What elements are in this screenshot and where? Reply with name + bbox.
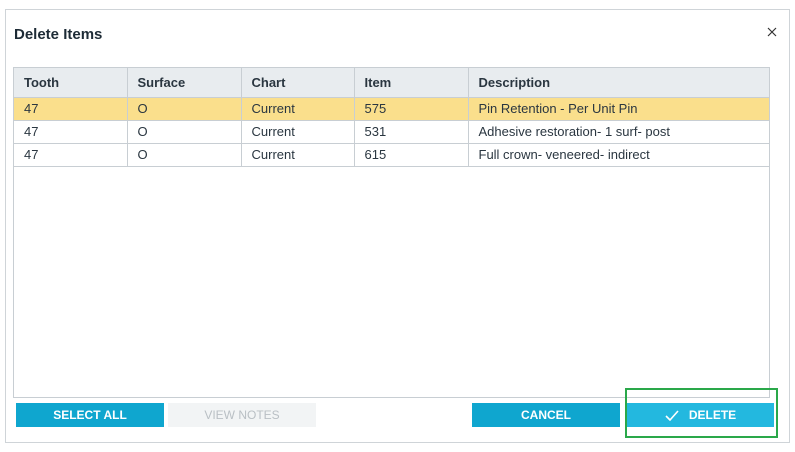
cell-item: 531 xyxy=(354,120,469,144)
close-icon[interactable] xyxy=(764,24,780,40)
delete-button-label: DELETE xyxy=(688,408,737,422)
cell-surface: O xyxy=(127,97,242,121)
view-notes-button: VIEW NOTES xyxy=(168,403,316,427)
cell-surface: O xyxy=(127,143,242,167)
cell-tooth: 47 xyxy=(14,143,128,167)
cell-chart: Current xyxy=(241,120,355,144)
cell-description: Pin Retention - Per Unit Pin xyxy=(468,97,769,121)
delete-items-dialog: Delete Items Tooth Surface Chart Item De… xyxy=(5,9,790,443)
dialog-title: Delete Items xyxy=(14,26,103,43)
cancel-button[interactable]: CANCEL xyxy=(472,403,620,427)
column-header-chart[interactable]: Chart xyxy=(241,68,355,98)
cell-tooth: 47 xyxy=(14,97,128,121)
table-row[interactable]: 47 O Current 531 Adhesive restoration- 1… xyxy=(14,120,769,144)
cell-description: Full crown- veneered- indirect xyxy=(468,143,769,167)
column-header-item[interactable]: Item xyxy=(354,68,469,98)
select-all-button[interactable]: SELECT ALL xyxy=(16,403,164,427)
column-header-tooth[interactable]: Tooth xyxy=(14,68,128,98)
cell-chart: Current xyxy=(241,97,355,121)
cell-surface: O xyxy=(127,120,242,144)
column-header-description[interactable]: Description xyxy=(468,68,769,98)
cell-tooth: 47 xyxy=(14,120,128,144)
cell-item: 575 xyxy=(354,97,469,121)
items-table: Tooth Surface Chart Item Description 47 … xyxy=(14,68,769,167)
table-row[interactable]: 47 O Current 575 Pin Retention - Per Uni… xyxy=(14,97,769,121)
delete-button[interactable]: DELETE xyxy=(627,403,774,427)
close-icon-glyph xyxy=(767,27,777,37)
column-header-surface[interactable]: Surface xyxy=(127,68,242,98)
table-row[interactable]: 47 O Current 615 Full crown- veneered- i… xyxy=(14,143,769,167)
check-icon xyxy=(665,409,679,421)
items-grid: Tooth Surface Chart Item Description 47 … xyxy=(13,67,770,398)
cell-chart: Current xyxy=(241,143,355,167)
table-header-row: Tooth Surface Chart Item Description xyxy=(14,68,769,98)
cell-item: 615 xyxy=(354,143,469,167)
cell-description: Adhesive restoration- 1 surf- post xyxy=(468,120,769,144)
